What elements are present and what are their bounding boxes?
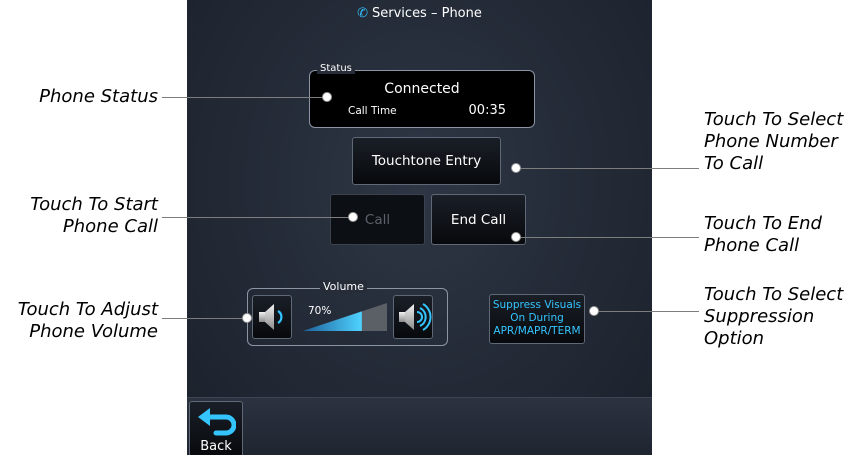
leader-select-number [518, 168, 699, 169]
call-button[interactable]: Call [330, 194, 425, 245]
call-time-label: Call Time [348, 105, 397, 117]
marker-end-call [511, 232, 521, 242]
leader-end-call [518, 237, 699, 238]
volume-legend: Volume [320, 280, 367, 293]
marker-suppression [589, 306, 599, 316]
back-arrow-icon [198, 408, 236, 436]
leader-adjust-volume [162, 318, 246, 319]
bottom-bar: Back [187, 397, 652, 455]
speaker-high-icon [399, 303, 432, 331]
callout-phone-status: Phone Status [39, 86, 158, 107]
marker-start-call [348, 212, 358, 222]
call-time-value: 00:35 [468, 103, 506, 118]
suppress-line-3: APR/MAPR/TERM [493, 325, 581, 337]
callout-adjust-volume: Touch To Adjust Phone Volume [17, 299, 158, 342]
status-box: Status Connected Call Time 00:35 [309, 63, 535, 128]
leader-suppression [598, 311, 699, 312]
phone-icon: ✆ [357, 6, 369, 21]
marker-adjust-volume [242, 313, 252, 323]
suppress-line-1: Suppress Visuals [492, 299, 582, 311]
screen-title: ✆ Services – Phone [357, 6, 482, 21]
speaker-low-icon [259, 304, 283, 330]
callout-select-number: Touch To Select Phone Number To Call [704, 109, 844, 174]
volume-up-button[interactable] [393, 295, 433, 339]
marker-phone-status [322, 92, 332, 102]
callout-start-call: Touch To Start Phone Call [30, 194, 158, 237]
volume-percent: 70% [308, 305, 332, 317]
back-label: Back [200, 439, 232, 454]
callout-end-call: Touch To End Phone Call [704, 213, 822, 256]
volume-down-button[interactable] [252, 295, 292, 339]
leader-start-call [162, 217, 352, 218]
suppress-visuals-button[interactable]: Suppress Visuals On During APR/MAPR/TERM [489, 294, 585, 344]
status-value: Connected [384, 81, 460, 97]
status-legend: Status [317, 63, 355, 74]
phone-screen: ✆ Services – Phone Status Connected Call … [187, 0, 652, 455]
suppress-line-2: On During [510, 312, 564, 324]
back-button[interactable]: Back [189, 401, 243, 455]
callout-suppression: Touch To Select Suppression Option [704, 284, 844, 349]
touchtone-entry-button[interactable]: Touchtone Entry [352, 137, 501, 185]
leader-phone-status [162, 97, 327, 98]
marker-select-number [511, 163, 521, 173]
volume-control: Volume 70% [247, 280, 448, 346]
